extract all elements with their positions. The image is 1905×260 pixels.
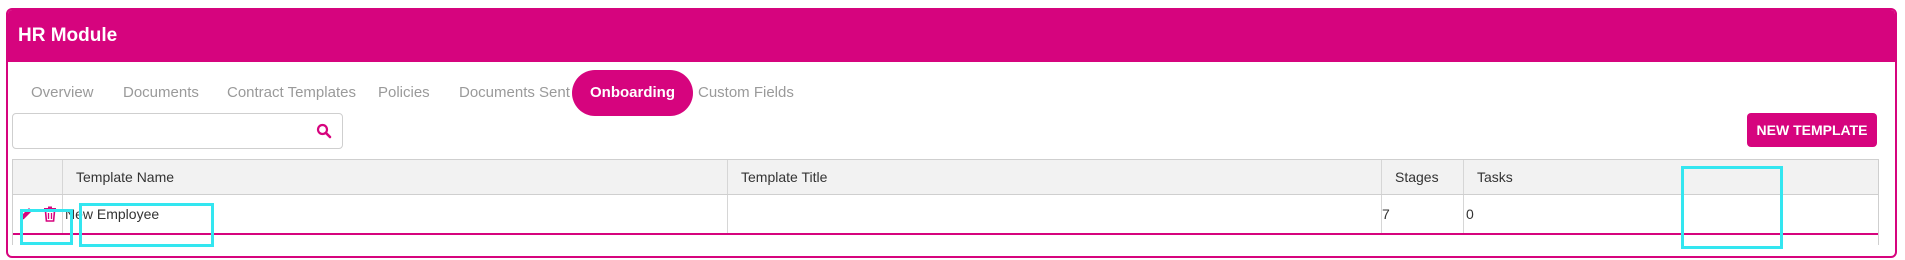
column-divider	[62, 160, 63, 194]
search-icon[interactable]	[316, 123, 332, 139]
column-divider	[1463, 195, 1464, 233]
new-template-button[interactable]: NEW TEMPLATE	[1747, 113, 1877, 147]
page-title: HR Module	[18, 25, 118, 46]
column-header-template-name[interactable]: Template Name	[62, 160, 727, 194]
column-divider	[727, 160, 728, 194]
column-divider	[1463, 160, 1464, 194]
highlight-box-stages	[1681, 166, 1783, 249]
table-header-row: Template Name Template Title Stages Task…	[13, 160, 1878, 195]
column-divider	[1381, 195, 1382, 233]
tab-documents[interactable]: Documents	[123, 70, 199, 116]
column-header-stages[interactable]: Stages	[1381, 160, 1463, 194]
panel-header: HR Module	[8, 10, 1895, 62]
templates-table: Template Name Template Title Stages Task…	[12, 159, 1879, 245]
stages-cell: 7	[1382, 206, 1390, 222]
tasks-cell: 0	[1466, 206, 1474, 222]
tab-contract-templates[interactable]: Contract Templates	[227, 70, 356, 116]
search-input[interactable]	[13, 114, 303, 148]
tab-policies[interactable]: Policies	[378, 70, 430, 116]
highlight-box-actions	[20, 209, 73, 245]
column-divider	[1381, 160, 1382, 194]
tab-onboarding[interactable]: Onboarding	[572, 70, 693, 116]
tab-documents-sent[interactable]: Documents Sent	[459, 70, 570, 116]
tab-bar: Overview Documents Contract Templates Po…	[8, 70, 1895, 116]
template-title-cell	[727, 195, 1381, 233]
table-row[interactable]: New Employee 7 0	[13, 195, 1878, 235]
highlight-box-template-name	[79, 203, 214, 247]
search-box	[12, 113, 343, 149]
column-header-actions	[13, 160, 62, 194]
tab-overview[interactable]: Overview	[31, 70, 94, 116]
column-header-tasks[interactable]: Tasks	[1463, 160, 1880, 194]
column-header-template-title[interactable]: Template Title	[727, 160, 1381, 194]
tab-custom-fields[interactable]: Custom Fields	[698, 70, 794, 116]
column-divider	[727, 195, 728, 233]
